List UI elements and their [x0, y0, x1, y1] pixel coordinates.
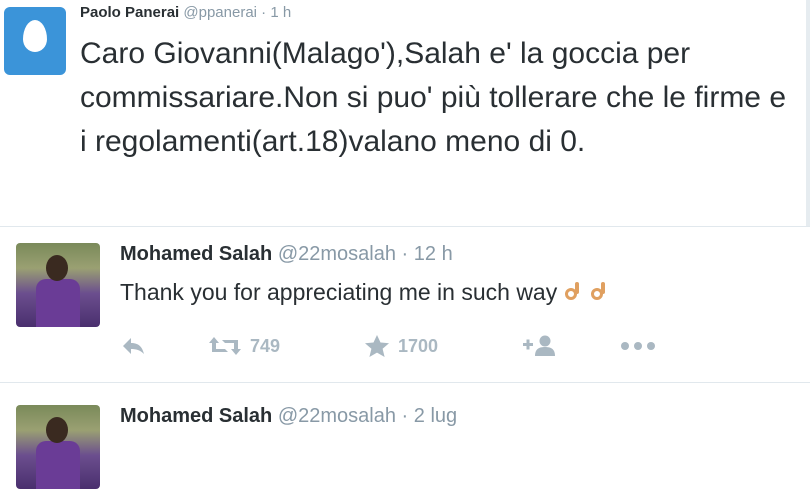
separator: · — [261, 4, 267, 21]
timestamp[interactable]: 12 h — [414, 243, 453, 265]
star-icon — [365, 335, 389, 357]
reply-icon — [123, 338, 144, 354]
author-name[interactable]: Mohamed Salah — [120, 243, 272, 265]
retweet-icon — [209, 337, 241, 355]
tweet-header: Mohamed Salah @22mosalah · 2 lug — [120, 405, 457, 428]
favorite-button[interactable]: 1700 — [364, 331, 438, 361]
author-handle[interactable]: @22mosalah — [278, 405, 396, 427]
timestamp[interactable]: 1 h — [270, 4, 291, 21]
scrollbar[interactable] — [806, 0, 810, 226]
ok-hand-emoji-icon — [563, 282, 583, 302]
reply-button[interactable] — [120, 331, 146, 361]
egg-avatar-icon[interactable] — [4, 7, 66, 75]
ok-hand-emoji-icon — [589, 282, 609, 302]
author-handle[interactable]: @22mosalah — [278, 243, 396, 265]
tweet-salah-2: Mohamed Salah @22mosalah · 2 lug — [0, 382, 810, 489]
timestamp[interactable]: 2 lug — [414, 405, 457, 427]
separator: · — [401, 405, 409, 427]
tweet-actions: 749 1700 — [120, 331, 680, 361]
follow-button[interactable] — [522, 331, 556, 361]
avatar[interactable] — [16, 405, 100, 489]
tweet-text: Thank you for appreciating me in such wa… — [120, 279, 558, 305]
tweet-text: Caro Giovanni(Malago'),Salah e' la gocci… — [80, 37, 787, 158]
tweet-header: Mohamed Salah @22mosalah · 12 h — [120, 243, 453, 266]
tweet-salah-1: Mohamed Salah @22mosalah · 12 h Thank yo… — [0, 226, 810, 383]
tweet-header: Paolo Panerai @ppanerai · 1 h — [80, 4, 291, 21]
retweet-button[interactable]: 749 — [208, 331, 280, 361]
author-name[interactable]: Paolo Panerai — [80, 4, 179, 21]
follow-icon — [523, 335, 555, 356]
tweet-text-container: Thank you for appreciating me in such wa… — [120, 279, 609, 306]
more-icon — [621, 342, 655, 350]
author-name[interactable]: Mohamed Salah — [120, 405, 272, 427]
tweet-panerai: Paolo Panerai @ppanerai · 1 h Caro Giova… — [0, 0, 810, 226]
more-button[interactable] — [620, 331, 656, 361]
avatar[interactable] — [16, 243, 100, 327]
author-handle[interactable]: @ppanerai — [183, 4, 257, 21]
separator: · — [401, 243, 409, 265]
retweet-count: 749 — [250, 335, 281, 356]
favorite-count: 1700 — [398, 335, 439, 356]
